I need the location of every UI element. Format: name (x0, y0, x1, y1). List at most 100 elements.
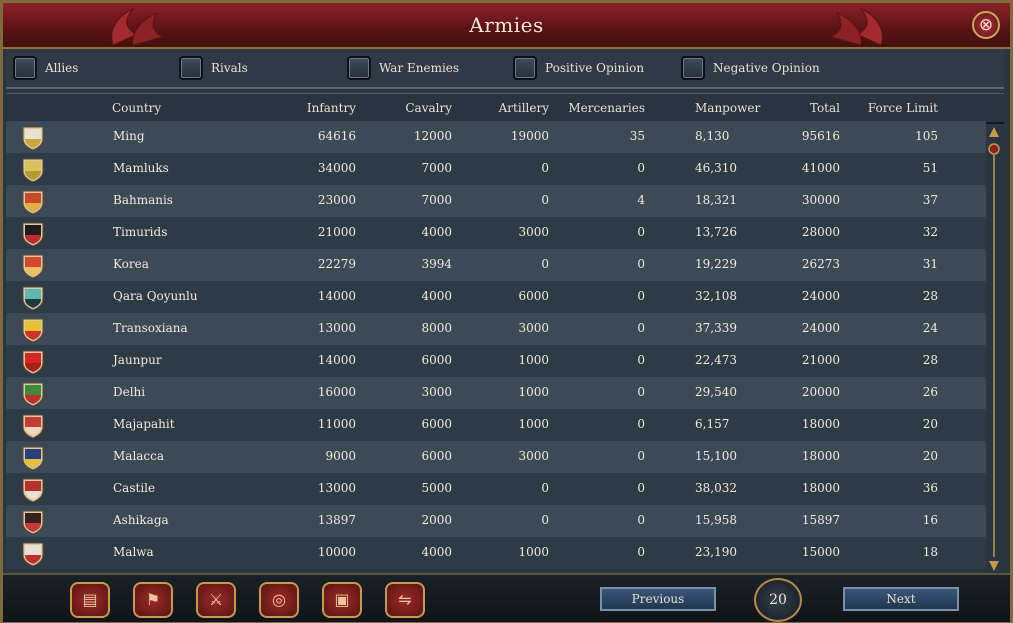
close-button[interactable]: ⊗ (972, 11, 1000, 39)
total-value: 28000 (801, 225, 840, 239)
table-row[interactable]: Ashikaga 13897 2000 0 0 15,958 15897 16 (6, 505, 986, 537)
war-enemies-checkbox[interactable] (347, 56, 371, 80)
previous-button[interactable]: Previous (600, 587, 716, 611)
country-name[interactable]: Malwa (113, 545, 154, 559)
total-value: 26273 (801, 257, 840, 271)
cavalry-value: 7000 (421, 161, 452, 175)
cavalry-value: 6000 (421, 353, 452, 367)
country-flag-icon[interactable] (21, 285, 45, 311)
next-button[interactable]: Next (843, 587, 959, 611)
scroll-thumb (988, 143, 1000, 155)
table-row[interactable]: Timurids 21000 4000 3000 0 13,726 28000 32 (6, 217, 986, 249)
title-bar[interactable]: Armies ⊗ (3, 3, 1010, 49)
country-name[interactable]: Bahmanis (113, 193, 173, 207)
table-row[interactable]: Castile 13000 5000 0 0 38,032 18000 36 (6, 473, 986, 505)
country-name[interactable]: Majapahit (113, 417, 175, 431)
negative-opinion-checkbox[interactable] (681, 56, 705, 80)
column-artillery[interactable]: Artillery (479, 101, 549, 115)
country-flag-icon[interactable] (21, 349, 45, 375)
filter-label: Rivals (211, 61, 248, 75)
manpower-value: 13,726 (695, 225, 737, 239)
table-row[interactable]: Malwa 10000 4000 1000 0 23,190 15000 18 (6, 537, 986, 569)
manpower-value: 37,339 (695, 321, 737, 335)
country-name[interactable]: Korea (113, 257, 149, 271)
infantry-value: 11000 (317, 417, 356, 431)
scrollbar[interactable] (987, 125, 1001, 573)
table-row[interactable]: Ming 64616 12000 19000 35 8,130 95616 105 (6, 121, 986, 153)
country-name[interactable]: Timurids (113, 225, 167, 239)
country-flag-icon[interactable] (21, 413, 45, 439)
force-limit-value: 37 (922, 193, 938, 207)
country-name[interactable]: Delhi (113, 385, 145, 399)
artillery-value: 19000 (510, 129, 549, 143)
mercenaries-value: 0 (637, 545, 645, 559)
manpower-value: 15,100 (695, 449, 737, 463)
column-manpower[interactable]: Manpower (695, 101, 760, 115)
artillery-value: 3000 (518, 321, 549, 335)
column-mercenaries[interactable]: Mercenaries (555, 101, 645, 115)
country-flag-icon[interactable] (21, 253, 45, 279)
table-row[interactable]: Korea 22279 3994 0 0 19,229 26273 31 (6, 249, 986, 281)
rivals-checkbox[interactable] (179, 56, 203, 80)
table-row[interactable]: Delhi 16000 3000 1000 0 29,540 20000 26 (6, 377, 986, 409)
country-flag-icon[interactable] (21, 381, 45, 407)
column-force-limit[interactable]: Force Limit (848, 101, 938, 115)
table-row[interactable]: Bahmanis 23000 7000 0 4 18,321 30000 37 (6, 185, 986, 217)
country-flag-icon[interactable] (21, 477, 45, 503)
filter-label: Positive Opinion (545, 61, 645, 75)
trade-button[interactable]: ▣ (322, 582, 362, 618)
manpower-value: 22,473 (695, 353, 737, 367)
table-row[interactable]: Qara Qoyunlu 14000 4000 6000 0 32,108 24000 28 (6, 281, 986, 313)
economy-button[interactable]: ◎ (259, 582, 299, 618)
flag-button[interactable]: ⚑ (133, 582, 173, 618)
manpower-value: 18,321 (695, 193, 737, 207)
filter-rivals[interactable]: Rivals (179, 55, 248, 81)
country-name[interactable]: Ashikaga (113, 513, 169, 527)
positive-opinion-checkbox[interactable] (513, 56, 537, 80)
table-row[interactable]: Malacca 9000 6000 3000 0 15,100 18000 20 (6, 441, 986, 473)
infantry-value: 21000 (317, 225, 356, 239)
filter-war-enemies[interactable]: War Enemies (347, 55, 459, 81)
column-country[interactable]: Country (112, 101, 161, 115)
country-name[interactable]: Transoxiana (113, 321, 188, 335)
column-infantry[interactable]: Infantry (286, 101, 356, 115)
column-cavalry[interactable]: Cavalry (382, 101, 452, 115)
country-name[interactable]: Castile (113, 481, 155, 495)
country-name[interactable]: Ming (113, 129, 145, 143)
country-flag-icon[interactable] (21, 541, 45, 567)
country-name[interactable]: Mamluks (113, 161, 169, 175)
force-limit-value: 36 (922, 481, 938, 495)
force-limit-value: 28 (922, 353, 938, 367)
column-total[interactable]: Total (770, 101, 840, 115)
crate-icon: ▣ (334, 590, 350, 609)
table-row[interactable]: Jaunpur 14000 6000 1000 0 22,473 21000 28 (6, 345, 986, 377)
infantry-value: 14000 (317, 353, 356, 367)
filter-positive-opinion[interactable]: Positive Opinion (513, 55, 644, 81)
filter-allies[interactable]: Allies (13, 55, 78, 81)
country-name[interactable]: Jaunpur (113, 353, 162, 367)
mercenaries-value: 0 (637, 257, 645, 271)
country-flag-icon[interactable] (21, 509, 45, 535)
ledger-button[interactable]: ▤ (70, 582, 110, 618)
country-flag-icon[interactable] (21, 157, 45, 183)
table-row[interactable]: Transoxiana 13000 8000 3000 0 37,339 24000 24 (6, 313, 986, 345)
table-row[interactable]: Majapahit 11000 6000 1000 0 6,157 18000 20 (6, 409, 986, 441)
country-flag-icon[interactable] (21, 445, 45, 471)
infantry-value: 10000 (317, 545, 356, 559)
country-flag-icon[interactable] (21, 125, 45, 151)
allies-checkbox[interactable] (13, 56, 37, 80)
filter-negative-opinion[interactable]: Negative Opinion (681, 55, 820, 81)
diplomacy-button[interactable]: ⇋ (385, 582, 425, 618)
table-row[interactable]: Mamluks 34000 7000 0 0 46,310 41000 51 (6, 153, 986, 185)
country-flag-icon[interactable] (21, 189, 45, 215)
country-flag-icon[interactable] (21, 317, 45, 343)
country-name[interactable]: Qara Qoyunlu (113, 289, 198, 303)
manpower-value: 15,958 (695, 513, 737, 527)
force-limit-value: 20 (922, 449, 938, 463)
scroll-up-arrow-icon (989, 127, 999, 137)
handshake-icon: ⇋ (398, 590, 412, 609)
military-button[interactable]: ⚔ (196, 582, 236, 618)
country-name[interactable]: Malacca (113, 449, 164, 463)
country-flag-icon[interactable] (21, 221, 45, 247)
flag-icon: ⚑ (145, 590, 161, 609)
